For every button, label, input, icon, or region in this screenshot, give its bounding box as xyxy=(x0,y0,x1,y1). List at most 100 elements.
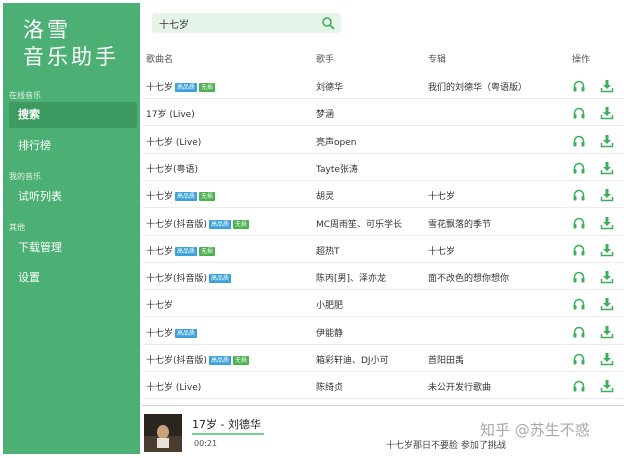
listen-icon[interactable] xyxy=(572,188,586,202)
song-title: 十七岁 (Live) xyxy=(146,383,202,394)
hq-badge: 高品质 xyxy=(175,192,198,202)
listen-icon[interactable] xyxy=(572,79,586,93)
download-icon[interactable] xyxy=(600,106,614,120)
listen-icon[interactable] xyxy=(572,270,586,284)
listen-icon[interactable] xyxy=(572,297,586,311)
lossless-badge: 无损 xyxy=(199,246,216,256)
listen-icon[interactable] xyxy=(572,161,586,175)
download-icon[interactable] xyxy=(600,270,614,284)
song-cell: 十七岁(抖音版) 高品质 xyxy=(146,271,232,284)
album-cover[interactable] xyxy=(144,414,182,452)
nav-downloads[interactable]: 下载管理 xyxy=(9,235,137,261)
search-icon[interactable] xyxy=(321,16,335,30)
table-row[interactable]: 十七岁 高品质 无损 超热T 十七岁 xyxy=(142,236,624,263)
table-row[interactable]: 十七岁 小肥肥 xyxy=(142,290,624,318)
download-icon[interactable] xyxy=(600,325,614,339)
download-icon[interactable] xyxy=(600,161,614,175)
artist-cell: MC周雨笙、可乐学长 xyxy=(316,219,403,230)
song-cell: 十七岁(粤语) xyxy=(146,162,198,175)
listen-icon[interactable] xyxy=(572,134,586,148)
song-title: 17岁 (Live) xyxy=(146,110,195,121)
sidebar: 洛雪 音乐助手 在线音乐 搜索 排行榜 我的音乐 试听列表 其他 下载管理 设置 xyxy=(3,3,140,454)
download-icon[interactable] xyxy=(600,216,614,230)
artist-cell: 胡灵 xyxy=(316,192,335,203)
table-row[interactable]: 十七岁(粤语) Tayte张涛 xyxy=(142,154,624,181)
logo-line-1: 洛雪 xyxy=(23,18,71,42)
song-title: 十七岁(抖音版) xyxy=(146,219,208,230)
lossless-badge: 无损 xyxy=(233,356,250,365)
artist-cell: 刘德华 xyxy=(316,83,344,93)
album-cell: 面不改色的想你想你 xyxy=(428,274,510,285)
song-cell: 十七岁 xyxy=(146,298,173,311)
album-cell: 未公开发行歌曲 xyxy=(428,383,492,394)
song-title: 十七岁 xyxy=(146,301,174,312)
artist-cell: 超热T xyxy=(316,246,340,257)
artist-cell: Tayte张涛 xyxy=(316,164,358,175)
download-icon[interactable] xyxy=(600,379,614,393)
artist-cell: 小肥肥 xyxy=(316,301,344,312)
section-other: 其他 xyxy=(9,223,25,232)
nav-search[interactable]: 搜索 xyxy=(9,102,137,128)
song-cell: 十七岁 高品质 无损 xyxy=(146,244,216,257)
download-icon[interactable] xyxy=(600,188,614,202)
song-title: 十七岁(粤语) xyxy=(146,164,199,175)
listen-icon[interactable] xyxy=(572,325,586,339)
table-row[interactable]: 十七岁 高品质 无损 刘德华 我们的刘德华（粤语版） xyxy=(142,72,624,99)
hq-badge: 高品质 xyxy=(175,246,198,256)
hq-badge: 高品质 xyxy=(175,83,198,92)
artist-cell: 陈丙[男]、泽亦龙 xyxy=(316,274,387,285)
lossless-badge: 无损 xyxy=(199,192,216,202)
table-row[interactable]: 十七岁 高品质 无损 胡灵 十七岁 xyxy=(142,181,624,209)
download-icon[interactable] xyxy=(600,134,614,148)
search-box[interactable]: 十七岁 xyxy=(152,13,341,33)
artist-cell: 陈绮贞 xyxy=(316,383,344,394)
artist-cell: 箱彩轩迪、DJ小可 xyxy=(316,356,389,366)
album-cell: 首阳田禹 xyxy=(428,356,465,366)
hq-badge: 高品质 xyxy=(209,219,232,229)
song-cell: 17岁 (Live) xyxy=(146,107,195,120)
hq-badge: 高品质 xyxy=(175,328,198,338)
artist-cell: 伊能静 xyxy=(316,328,344,339)
nav-charts[interactable]: 排行榜 xyxy=(9,133,137,159)
listen-icon[interactable] xyxy=(572,379,586,393)
lossless-badge: 无损 xyxy=(199,83,216,92)
table-row[interactable]: 十七岁(抖音版) 高品质 无损 箱彩轩迪、DJ小可 首阳田禹 xyxy=(142,345,624,372)
download-icon[interactable] xyxy=(600,79,614,93)
album-cell: 雪花飘落的季节 xyxy=(428,219,492,230)
nav-trial-list[interactable]: 试听列表 xyxy=(9,184,137,210)
table-row[interactable]: 17岁 (Live) 梦涵 xyxy=(142,99,624,127)
listen-icon[interactable] xyxy=(572,106,586,120)
search-input[interactable]: 十七岁 xyxy=(159,16,189,31)
player-title: 17岁 - 刘德华 xyxy=(192,418,261,431)
song-title: 十七岁 xyxy=(146,328,174,339)
song-cell: 十七岁 (Live) xyxy=(146,380,201,393)
artist-cell: 亮声open xyxy=(316,137,357,148)
song-title: 十七岁 xyxy=(146,246,174,257)
download-icon[interactable] xyxy=(600,243,614,257)
watermark: 知乎 @苏生不惑 xyxy=(480,421,590,439)
hq-badge: 高品质 xyxy=(209,274,232,284)
download-icon[interactable] xyxy=(600,297,614,311)
song-title: 十七岁 xyxy=(146,192,174,203)
table-row[interactable]: 十七岁 (Live) 陈绮贞 未公开发行歌曲 xyxy=(142,372,624,400)
song-title: 十七岁(抖音版) xyxy=(146,356,208,366)
listen-icon[interactable] xyxy=(572,352,586,366)
table-row[interactable]: 十七岁(抖音版) 高品质 无损 MC周雨笙、可乐学长 雪花飘落的季节 xyxy=(142,209,624,236)
section-online-music: 在线音乐 xyxy=(9,91,41,100)
download-icon[interactable] xyxy=(600,352,614,366)
header-song: 歌曲名 xyxy=(146,55,174,65)
player-progress-bar[interactable] xyxy=(192,433,264,435)
album-cell: 十七岁 xyxy=(428,246,456,257)
table-row[interactable]: 十七岁(抖音版) 高品质 陈丙[男]、泽亦龙 面不改色的想你想你 xyxy=(142,263,624,291)
header-artist: 歌手 xyxy=(316,55,335,65)
nav-settings[interactable]: 设置 xyxy=(9,265,137,291)
artist-cell: 梦涵 xyxy=(316,110,335,121)
listen-icon[interactable] xyxy=(572,216,586,230)
section-my-music: 我的音乐 xyxy=(9,172,41,181)
song-cell: 十七岁(抖音版) 高品质 无损 xyxy=(146,353,250,366)
table-row[interactable]: 十七岁 高品质 伊能静 xyxy=(142,318,624,345)
song-cell: 十七岁 高品质 xyxy=(146,326,198,339)
table-row[interactable]: 十七岁 (Live) 亮声open xyxy=(142,127,624,154)
header-ops: 操作 xyxy=(572,55,591,65)
listen-icon[interactable] xyxy=(572,243,586,257)
